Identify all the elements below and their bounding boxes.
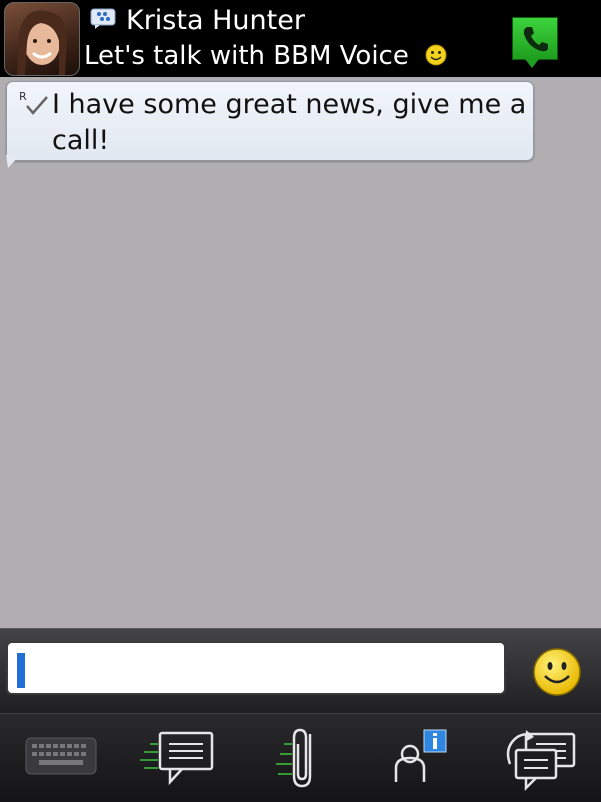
bottom-toolbar [0, 713, 601, 802]
message-text: I have some great news, give me a call! [52, 89, 527, 156]
chat-button[interactable] [136, 724, 216, 792]
bbm-icon [90, 8, 116, 29]
keyboard-button[interactable] [24, 724, 98, 792]
switch-chats-icon [506, 730, 576, 792]
chat-icon [140, 731, 214, 786]
attachment-icon [276, 728, 312, 788]
smiley-icon [425, 44, 447, 66]
contact-avatar[interactable] [4, 2, 80, 76]
contact-info-button[interactable] [390, 724, 450, 792]
voice-call-button[interactable] [512, 17, 558, 68]
attachment-button[interactable] [270, 724, 320, 792]
conversation-area: R I have some great news, give me a call… [0, 77, 601, 628]
phone-icon [523, 27, 548, 52]
message-input[interactable] [6, 641, 506, 695]
smiley-icon[interactable] [532, 647, 582, 697]
avatar-photo [17, 10, 67, 75]
delivery-status: R [19, 90, 53, 116]
status-message: Let's talk with BBM Voice [84, 41, 409, 71]
chat-header: Krista Hunter Let's talk with BBM Voice [0, 0, 601, 77]
contact-name: Krista Hunter [126, 5, 305, 36]
compose-bar [0, 628, 601, 714]
message-bubble[interactable]: R I have some great news, give me a call… [6, 81, 534, 161]
checkmark-icon [26, 96, 48, 115]
keyboard-icon [25, 737, 97, 775]
text-caret [17, 653, 25, 688]
bubble-tail [6, 155, 20, 168]
contact-info-icon [394, 729, 447, 782]
switch-chats-button[interactable] [500, 724, 580, 792]
